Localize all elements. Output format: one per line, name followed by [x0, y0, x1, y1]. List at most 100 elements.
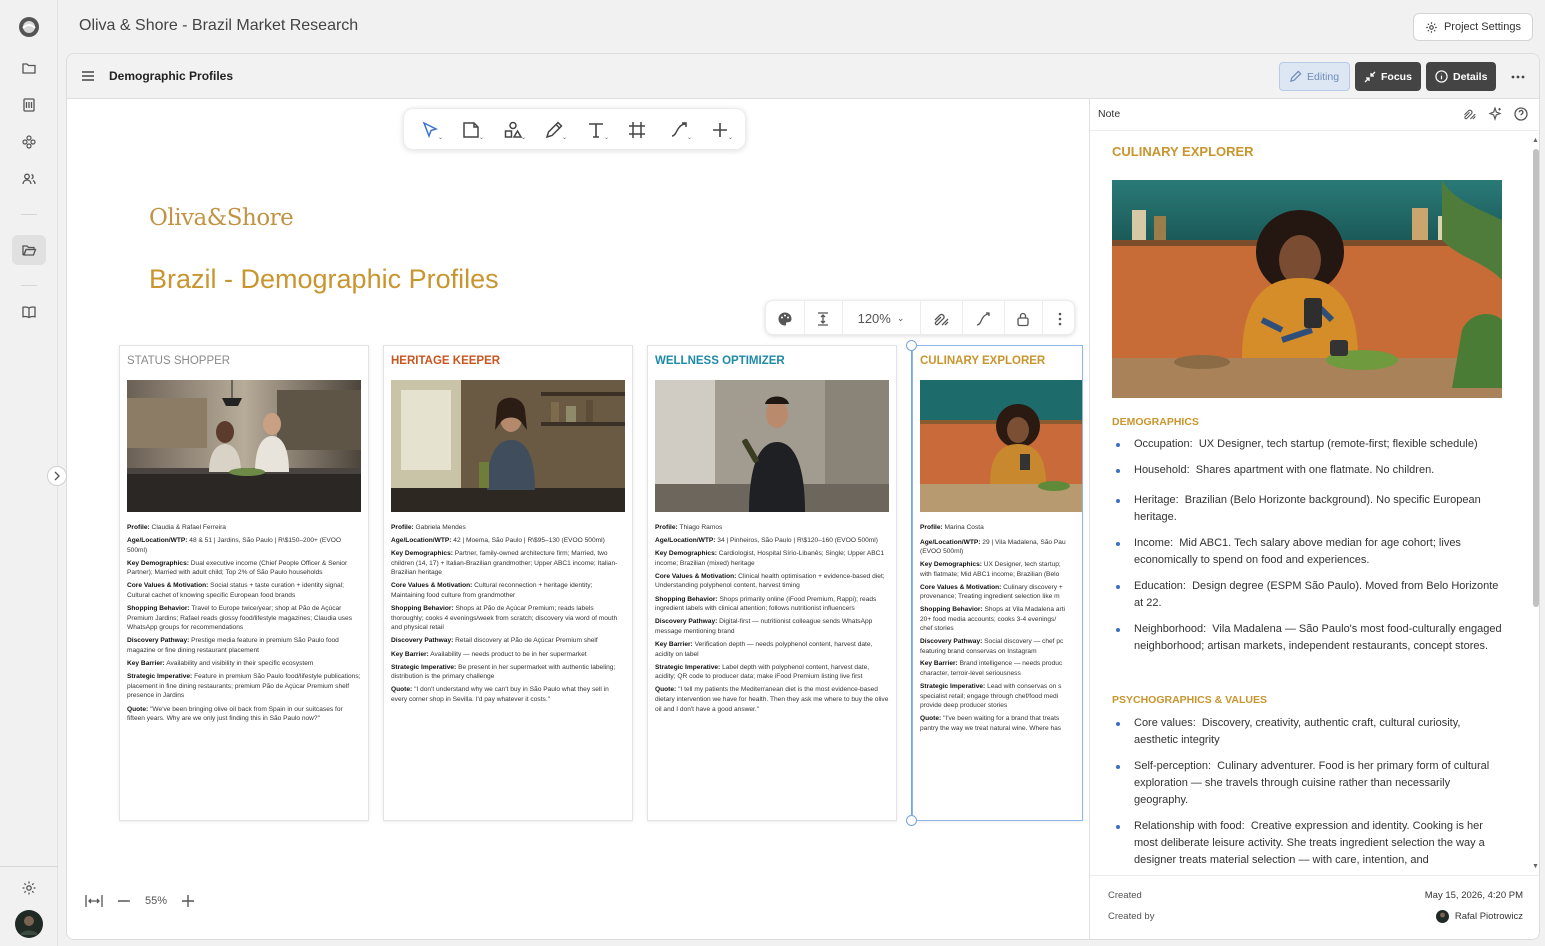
- psychographics-list: Core values: Discovery, creativity, auth…: [1112, 715, 1507, 874]
- chevron-right-icon: [54, 471, 60, 481]
- collapse-arrows-icon: [1364, 71, 1376, 83]
- card-image: [920, 380, 1082, 512]
- more-options-icon[interactable]: [1505, 62, 1531, 91]
- note-content[interactable]: CULINARY EXPLORER DEMOGRAPHICS Occupatio…: [1090, 131, 1529, 874]
- list-item: Core values: Discovery, creativity, auth…: [1112, 715, 1507, 749]
- users-icon[interactable]: [12, 164, 46, 194]
- author-name: Rafal Piotrowicz: [1454, 911, 1523, 922]
- gear-icon: [1425, 21, 1438, 34]
- shapes-tool-icon[interactable]: ⌄: [497, 115, 529, 145]
- folder-icon[interactable]: [12, 53, 46, 83]
- note-metadata: Created May 15, 2026, 4:20 PM Created by…: [1090, 875, 1539, 939]
- demographics-heading: DEMOGRAPHICS: [1112, 416, 1199, 428]
- fit-width-icon[interactable]: [85, 894, 103, 908]
- add-tool-icon[interactable]: ⌄: [704, 115, 736, 145]
- brand-logo: Oliva&Shore: [149, 205, 294, 231]
- note-panel-header: Note: [1090, 99, 1539, 131]
- demographics-list: Occupation: UX Designer, tech startup (r…: [1112, 436, 1507, 664]
- toolbar-divider: [1004, 301, 1005, 336]
- expand-sidebar-button[interactable]: [47, 466, 67, 486]
- scrollbar-thumb[interactable]: [1533, 149, 1539, 607]
- color-palette-icon[interactable]: [770, 301, 800, 336]
- card-image: [655, 380, 889, 512]
- attachment-icon[interactable]: [1462, 107, 1477, 121]
- created-value: May 15, 2026, 4:20 PM: [1424, 890, 1523, 901]
- note-label: Note: [1098, 108, 1121, 120]
- profile-card-culinary-explorer[interactable]: CULINARY EXPLORER Profile: Marina Costa …: [912, 345, 1083, 821]
- toolbar-divider: [962, 301, 963, 336]
- card-title: WELLNESS OPTIMIZER: [655, 355, 785, 367]
- zoom-out-icon[interactable]: [117, 894, 131, 908]
- list-item: Heritage: Brazilian (Belo Horizonte back…: [1112, 492, 1507, 526]
- vertical-align-icon[interactable]: [808, 301, 838, 336]
- created-by-label: Created by: [1108, 911, 1155, 922]
- selection-toolbar: 120% ⌄: [765, 300, 1075, 336]
- pencil-tool-icon[interactable]: ⌄: [538, 115, 570, 145]
- canvas[interactable]: ⌄ ⌄ ⌄ ⌄ ⌄ ⌄ ⌄ Oliva&Shore Brazil - Demog…: [67, 99, 1089, 939]
- toolbar-divider: [920, 301, 921, 336]
- toolbar-divider: [842, 301, 843, 336]
- ai-sparkle-icon[interactable]: [1488, 107, 1502, 121]
- created-label: Created: [1108, 890, 1142, 901]
- card-title: CULINARY EXPLORER: [920, 355, 1046, 367]
- connector-icon[interactable]: [966, 301, 1000, 336]
- details-label: Details: [1453, 70, 1488, 83]
- card-body: Profile: Marina Costa Age/Location/WTP: …: [920, 524, 1066, 732]
- user-avatar[interactable]: [12, 909, 46, 939]
- zoom-level: 120%: [857, 311, 891, 326]
- drawing-toolbar: ⌄ ⌄ ⌄ ⌄ ⌄ ⌄ ⌄: [403, 108, 746, 150]
- resize-handle-bottom[interactable]: [906, 815, 917, 826]
- scroll-down-icon[interactable]: ▼: [1532, 863, 1539, 870]
- card-body: Profile: Claudia & Rafael Ferreira Age/L…: [127, 524, 361, 723]
- hamburger-menu-icon[interactable]: [81, 70, 95, 82]
- focus-button[interactable]: Focus: [1355, 62, 1421, 91]
- grid-frame-tool-icon[interactable]: [621, 115, 653, 145]
- more-options-icon[interactable]: [1046, 301, 1074, 336]
- document-list-icon[interactable]: [12, 90, 46, 120]
- profile-card-heritage-keeper[interactable]: HERITAGE KEEPER Profile: Gabriela Mendes…: [383, 345, 633, 821]
- rail-divider: [21, 285, 37, 286]
- page-title: Brazil - Demographic Profiles: [149, 264, 499, 294]
- profile-card-wellness-optimizer[interactable]: WELLNESS OPTIMIZER Profile: Thiago Ramos…: [647, 345, 897, 821]
- note-title: CULINARY EXPLORER: [1112, 144, 1254, 159]
- list-item: Household: Shares apartment with one fla…: [1112, 462, 1507, 479]
- project-settings-button[interactable]: Project Settings: [1412, 13, 1533, 41]
- scroll-up-icon[interactable]: ▲: [1532, 137, 1539, 144]
- toolbar-divider: [804, 301, 805, 336]
- list-item: Self-perception: Culinary adventurer. Fo…: [1112, 758, 1507, 809]
- attachment-icon[interactable]: [924, 301, 958, 336]
- card-title: STATUS SHOPPER: [127, 355, 231, 367]
- details-button[interactable]: Details: [1426, 62, 1496, 91]
- zoom-in-icon[interactable]: [181, 894, 195, 908]
- frame-tool-icon[interactable]: ⌄: [455, 115, 487, 145]
- created-by-value: Rafal Piotrowicz: [1435, 910, 1523, 923]
- focus-label: Focus: [1381, 70, 1412, 83]
- help-icon[interactable]: [1514, 107, 1528, 121]
- editing-label: Editing: [1307, 70, 1340, 83]
- editing-button[interactable]: Editing: [1279, 62, 1350, 91]
- zoom-select[interactable]: 120% ⌄: [846, 301, 916, 336]
- app-logo-icon[interactable]: [12, 12, 46, 42]
- connector-tool-icon[interactable]: ⌄: [663, 115, 695, 145]
- card-body: Profile: Thiago Ramos Age/Location/WTP: …: [655, 524, 889, 713]
- note-scrollbar[interactable]: ▲ ▼: [1531, 137, 1539, 870]
- card-title: HERITAGE KEEPER: [391, 355, 501, 367]
- toolbar-divider: [1042, 301, 1043, 336]
- select-tool-icon[interactable]: ⌄: [414, 115, 446, 145]
- components-icon[interactable]: [12, 127, 46, 157]
- text-tool-icon[interactable]: ⌄: [580, 115, 612, 145]
- chevron-down-icon: ⌄: [896, 313, 905, 323]
- open-folder-icon[interactable]: [12, 235, 46, 265]
- top-bar: Oliva & Shore - Brazil Market Research P…: [58, 0, 1545, 53]
- list-item: Education: Design degree (ESPM São Paulo…: [1112, 578, 1507, 612]
- rail-divider: [21, 214, 37, 215]
- list-item: Relationship with food: Creative express…: [1112, 818, 1507, 869]
- lock-icon[interactable]: [1008, 301, 1038, 336]
- psychographics-heading: PSYCHOGRAPHICS & VALUES: [1112, 694, 1267, 706]
- profile-card-status-shopper[interactable]: STATUS SHOPPER Profile: Claudia & Rafael…: [119, 345, 369, 821]
- info-icon: [1435, 70, 1448, 83]
- resize-handle-top[interactable]: [906, 340, 917, 351]
- card-image: [391, 380, 625, 512]
- gear-icon[interactable]: [12, 873, 46, 903]
- book-icon[interactable]: [12, 297, 46, 327]
